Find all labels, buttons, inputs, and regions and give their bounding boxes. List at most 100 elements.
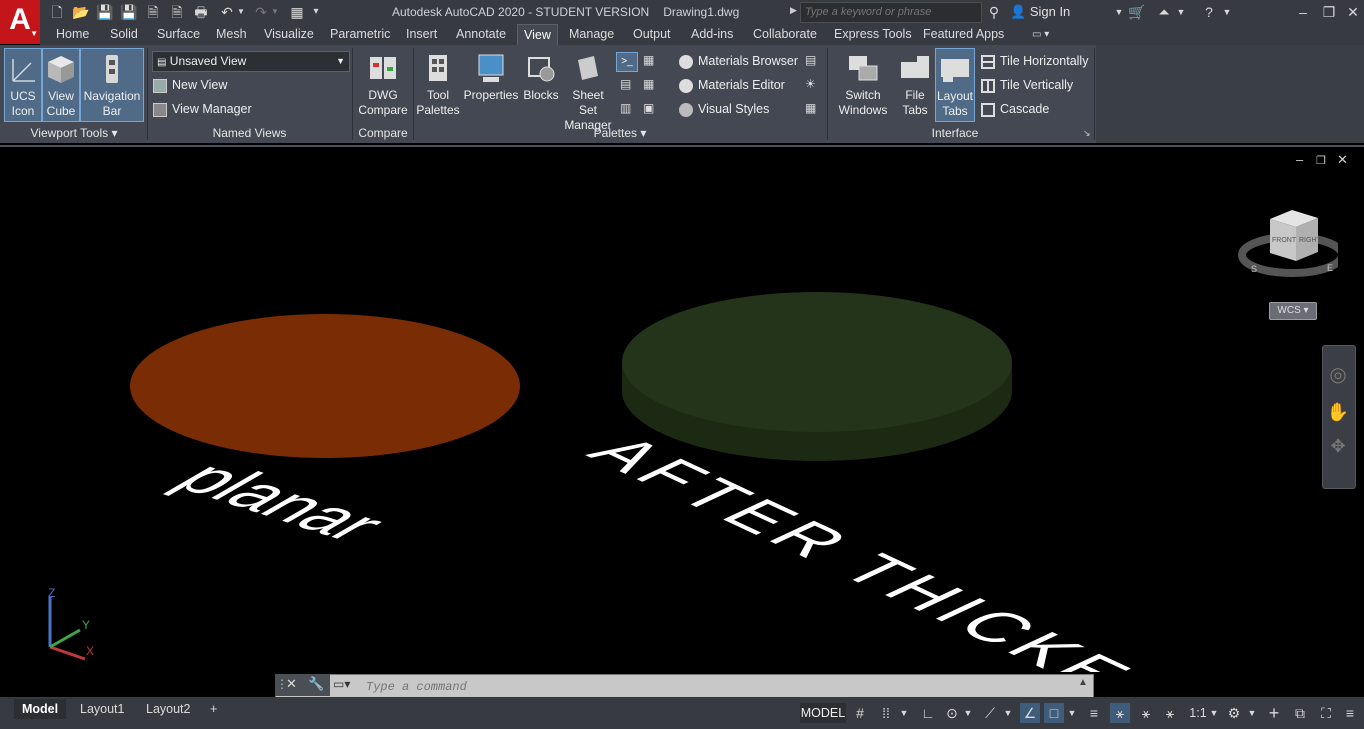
panel-title-palettes[interactable]: Palettes ▾	[414, 125, 826, 142]
polar-dropdown-icon[interactable]: ▼	[962, 703, 974, 723]
minimize-icon[interactable]: –	[1294, 3, 1312, 21]
command-line-toggle-icon[interactable]: >_	[616, 52, 638, 72]
a360-dropdown-icon[interactable]: ▼	[1172, 3, 1190, 21]
switch-windows-button[interactable]: Switch Windows	[834, 48, 892, 122]
properties-button[interactable]: Properties	[463, 48, 519, 122]
open-file-icon[interactable]: 📂	[72, 3, 90, 21]
new-file-icon[interactable]: 🗋	[48, 3, 66, 21]
restore-icon[interactable]: ❐	[1320, 3, 1338, 21]
object-snap-dropdown-icon[interactable]: ▼	[1066, 703, 1078, 723]
grid-icon[interactable]: #	[850, 703, 870, 723]
navigation-bar-button[interactable]: Navigation Bar	[80, 48, 144, 122]
application-menu-button[interactable]: A ▼	[0, 0, 40, 44]
tab-model[interactable]: Model	[14, 699, 67, 719]
tile-horizontally-button[interactable]: Tile Horizontally	[981, 50, 1088, 72]
orbit-icon[interactable]: ✥	[1326, 436, 1350, 460]
save-as-icon[interactable]: 💾	[120, 3, 138, 21]
annotation-monitor-icon[interactable]: +	[1264, 703, 1284, 723]
save-web-mobile-icon[interactable]: 🗎	[168, 3, 186, 21]
cascade-button[interactable]: Cascade	[981, 98, 1049, 120]
panel-launcher-icon[interactable]: ↘	[1083, 128, 1091, 139]
workspace-icon[interactable]: ▦	[288, 3, 306, 21]
customize-qat-icon[interactable]: ▾	[310, 3, 322, 21]
quickcalc-icon[interactable]: ▦	[643, 77, 659, 93]
tab-insert[interactable]: Insert	[400, 24, 443, 45]
object-snap-icon[interactable]: □	[1044, 703, 1064, 723]
materials-browser-button[interactable]: Materials Browser	[679, 50, 798, 72]
viewcube[interactable]: FRONT RIGHT S E	[1238, 205, 1338, 285]
close-icon[interactable]: ✕	[1344, 3, 1362, 21]
blocks-button[interactable]: Blocks	[521, 48, 561, 122]
plot-icon[interactable]: 🖶	[192, 3, 210, 21]
sign-in-dropdown-icon[interactable]: ▼	[1110, 3, 1128, 21]
materials-editor-button[interactable]: Materials Editor	[679, 74, 785, 96]
ortho-icon[interactable]: ∟	[918, 703, 938, 723]
planar-region-shape[interactable]	[130, 314, 520, 458]
workspace-gear-icon[interactable]: ⚙	[1224, 703, 1244, 723]
search-expand-icon[interactable]: ▶	[790, 5, 797, 16]
tab-view[interactable]: View	[517, 24, 558, 46]
tab-output[interactable]: Output	[627, 24, 677, 45]
polar-icon[interactable]: ⊙	[942, 703, 962, 723]
command-input[interactable]	[364, 675, 1068, 699]
redo-dropdown-icon[interactable]: ▼	[270, 3, 280, 21]
search-box[interactable]	[800, 2, 982, 23]
steering-wheel-icon[interactable]: ◎	[1326, 362, 1350, 386]
markup-set-icon[interactable]: ▣	[643, 101, 659, 117]
tab-annotate[interactable]: Annotate	[450, 24, 512, 45]
isodraft-icon[interactable]: ⟋	[980, 703, 1000, 723]
view-manager-button[interactable]: View Manager	[153, 98, 252, 120]
tab-add-ins[interactable]: Add-ins	[685, 24, 739, 45]
sign-in-button[interactable]: 👤 Sign In	[1010, 3, 1070, 21]
undo-icon[interactable]: ↶	[218, 3, 236, 21]
ribbon-minimize-button[interactable]: ▭ ▾	[1026, 24, 1055, 45]
dwg-compare-button[interactable]: DWG Compare	[355, 48, 411, 122]
sun-properties-icon[interactable]: ☀	[805, 77, 821, 93]
external-references-icon[interactable]: ▤	[620, 77, 636, 93]
layout-tabs-button[interactable]: Layout Tabs	[935, 48, 975, 122]
model-space-button[interactable]: MODEL	[800, 703, 846, 723]
tab-layout1[interactable]: Layout1	[72, 699, 132, 719]
viewcube-button[interactable]: View Cube	[42, 48, 80, 122]
search-input[interactable]	[801, 3, 981, 21]
pan-hand-icon[interactable]: ✋	[1326, 402, 1350, 426]
workspace-dropdown-icon[interactable]: ▼	[1246, 703, 1258, 723]
isolate-objects-icon[interactable]: ⧉	[1290, 703, 1310, 723]
tab-layout2[interactable]: Layout2	[138, 699, 198, 719]
lineweight-icon[interactable]: ≡	[1084, 703, 1104, 723]
a360-icon[interactable]: ⏶	[1155, 3, 1173, 21]
planar-label[interactable]: planar	[158, 451, 406, 550]
tab-surface[interactable]: Surface	[151, 24, 206, 45]
layer-properties-icon[interactable]: ▥	[620, 101, 636, 117]
file-tabs-button[interactable]: File Tabs	[896, 48, 934, 122]
command-close-icon[interactable]: ✕	[286, 676, 297, 692]
customization-menu-icon[interactable]: ≡	[1340, 703, 1360, 723]
help-dropdown-icon[interactable]: ▼	[1218, 3, 1236, 21]
snap-icon[interactable]: ⁞⁞	[876, 703, 896, 723]
add-layout-button[interactable]: +	[202, 699, 225, 719]
tool-palettes-button[interactable]: Tool Palettes	[415, 48, 461, 122]
annotation-visibility-icon[interactable]: ⚹	[1110, 703, 1130, 723]
tab-home[interactable]: Home	[50, 24, 95, 45]
design-center-icon[interactable]: ▦	[643, 53, 659, 69]
visual-styles-button[interactable]: Visual Styles	[679, 98, 769, 120]
new-view-button[interactable]: New View	[153, 74, 227, 96]
tab-featured-apps[interactable]: Featured Apps	[917, 24, 1010, 45]
named-view-dropdown[interactable]: ▤ Unsaved View ▼	[152, 51, 350, 72]
annotation-scale-icon[interactable]: ⚹	[1160, 703, 1180, 723]
lights-palette-icon[interactable]: ▤	[805, 53, 821, 69]
redo-icon[interactable]: ↷	[252, 3, 270, 21]
clean-screen-icon[interactable]: ⛶	[1316, 703, 1336, 723]
tab-mesh[interactable]: Mesh	[210, 24, 253, 45]
object-snap-tracking-icon[interactable]: ∠	[1020, 703, 1040, 723]
sheet-set-manager-button[interactable]: Sheet Set Manager	[562, 48, 614, 132]
isodraft-dropdown-icon[interactable]: ▼	[1002, 703, 1014, 723]
scale-dropdown-icon[interactable]: ▼	[1208, 703, 1220, 723]
advanced-render-icon[interactable]: ▦	[805, 101, 821, 117]
thickened-solid-shape[interactable]	[622, 292, 1012, 461]
help-icon[interactable]: ?	[1200, 3, 1218, 21]
command-history-icon[interactable]: ▭▾	[333, 677, 350, 691]
tab-solid[interactable]: Solid	[104, 24, 144, 45]
save-icon[interactable]: 💾	[96, 3, 114, 21]
snap-dropdown-icon[interactable]: ▼	[898, 703, 910, 723]
